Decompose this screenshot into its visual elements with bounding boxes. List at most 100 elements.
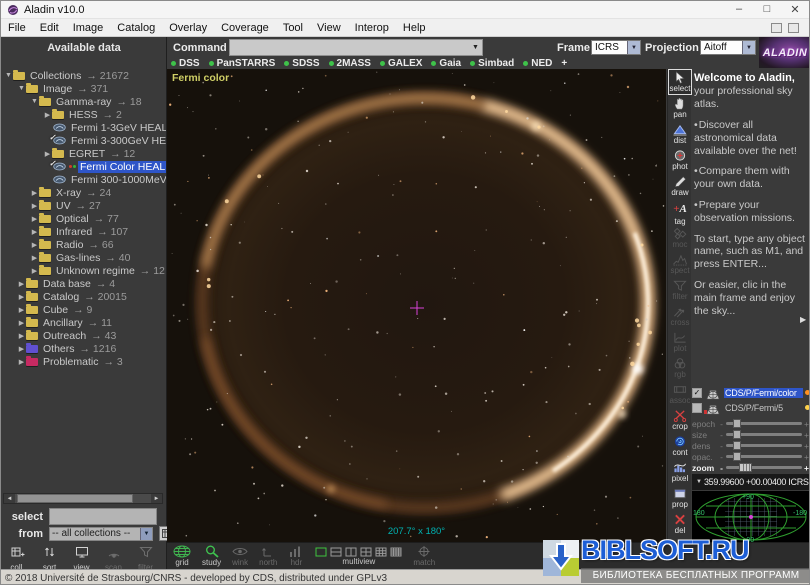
- tool-tag-button[interactable]: +Atag: [668, 199, 692, 225]
- tree-item-catalog[interactable]: ▶Catalog→ 20015: [1, 290, 166, 303]
- tree-item-outreach[interactable]: ▶Outreach→ 43: [1, 329, 166, 342]
- expand-icon[interactable]: ▶: [17, 332, 26, 340]
- multiview-columns-button[interactable]: [345, 547, 357, 557]
- server-button-ned[interactable]: NED: [523, 58, 552, 69]
- menu-item-help[interactable]: Help: [396, 22, 433, 34]
- tree-item-hess[interactable]: ▶HESS→ 2: [1, 108, 166, 121]
- study-button[interactable]: study: [202, 545, 221, 567]
- layer-name[interactable]: CDS/P/Fermi/5: [724, 403, 803, 413]
- window-minimize-button[interactable]: –: [725, 3, 753, 16]
- chevron-down-icon[interactable]: ▼: [140, 528, 152, 540]
- layer-row-cds-p-fermi-color[interactable]: ✓ CDS/P/Fermi/color: [692, 385, 810, 400]
- tool-prop-button[interactable]: prop: [668, 485, 692, 511]
- multiview-rows-button[interactable]: [330, 547, 342, 557]
- tree-item-fermi-1-3gev-healpix-survey[interactable]: Fermi 1-3GeV HEALPix survey: [1, 121, 166, 134]
- tree-item-problematic[interactable]: ▶Problematic→ 3: [1, 355, 166, 368]
- chevron-down-icon[interactable]: ▼: [469, 40, 482, 55]
- tree-item-ancillary[interactable]: ▶Ancillary→ 11: [1, 316, 166, 329]
- detach-window-icon[interactable]: [771, 23, 782, 33]
- server-button-simbad[interactable]: Simbad: [470, 58, 514, 69]
- tree-item-image[interactable]: ▼Image→ 371: [1, 82, 166, 95]
- collapse-icon[interactable]: ▼: [4, 72, 13, 79]
- server-button-gaia[interactable]: Gaia: [431, 58, 461, 69]
- server-button-dss[interactable]: DSS: [171, 58, 200, 69]
- scroll-right-icon[interactable]: ►: [151, 494, 162, 503]
- multiview-grid-4x4-button[interactable]: [390, 547, 402, 557]
- collapse-icon[interactable]: ▼: [17, 85, 26, 92]
- multiview-grid-2x2-button[interactable]: [360, 547, 372, 557]
- expand-icon[interactable]: ▶: [30, 254, 39, 262]
- tree-horizontal-scrollbar[interactable]: ◄ ►: [3, 493, 163, 504]
- sky-view[interactable]: Fermi color 207.7° x 180°: [167, 69, 666, 542]
- tree-item-fermi-3-300gev-healpix-surv[interactable]: ✓Fermi 3-300GeV HEALPix surv: [1, 134, 166, 147]
- tree-item-x-ray[interactable]: ▶X-ray→ 24: [1, 186, 166, 199]
- layer-checkbox[interactable]: [692, 403, 702, 413]
- menu-item-edit[interactable]: Edit: [33, 22, 66, 34]
- expand-icon[interactable]: ▶: [30, 202, 39, 210]
- window-maximize-button[interactable]: □: [753, 3, 781, 16]
- slider-track[interactable]: [726, 466, 802, 469]
- multiview-buttons[interactable]: multiview: [315, 547, 402, 566]
- command-input[interactable]: [230, 40, 469, 55]
- server-button-galex[interactable]: GALEX: [380, 58, 422, 69]
- tree-item-collections[interactable]: ▼Collections→ 21672: [1, 69, 166, 82]
- tree-item-optical[interactable]: ▶Optical→ 77: [1, 212, 166, 225]
- grid-button[interactable]: grid: [173, 545, 191, 567]
- menu-item-view[interactable]: View: [310, 22, 348, 34]
- server-button-panstarrs[interactable]: PanSTARRS: [209, 58, 276, 69]
- tree-item-gas-lines[interactable]: ▶Gas-lines→ 40: [1, 251, 166, 264]
- select-input[interactable]: [49, 508, 157, 525]
- expand-icon[interactable]: ▶: [17, 306, 26, 314]
- expand-icon[interactable]: ▶: [30, 267, 39, 275]
- tool-del-button[interactable]: del: [668, 511, 692, 537]
- tree-item-infrared[interactable]: ▶Infrared→ 107: [1, 225, 166, 238]
- expand-icon[interactable]: ▶: [30, 189, 39, 197]
- tree-item-radio[interactable]: ▶Radio→ 66: [1, 238, 166, 251]
- slider-minus[interactable]: -: [718, 463, 725, 473]
- tool-pixel-button[interactable]: pixel: [668, 459, 692, 485]
- server-button-sdss[interactable]: SDSS: [284, 58, 319, 69]
- expand-icon[interactable]: ▶: [30, 241, 39, 249]
- chevron-down-icon[interactable]: ▼: [696, 479, 702, 485]
- tool-pan-button[interactable]: pan: [668, 95, 692, 121]
- menu-item-tool[interactable]: Tool: [276, 22, 310, 34]
- expand-icon[interactable]: ▶: [17, 345, 26, 353]
- multiview-single-button[interactable]: [315, 547, 327, 557]
- layer-checkbox[interactable]: ✓: [692, 388, 702, 398]
- next-arrow-icon[interactable]: ▶: [800, 315, 806, 324]
- position-indicator[interactable]: ▼ 359.99600 +00.00400 ICRS: [692, 474, 810, 490]
- tool-dist-button[interactable]: dist: [668, 121, 692, 147]
- restore-window-icon[interactable]: [788, 23, 799, 33]
- tool-select-button[interactable]: select: [668, 69, 692, 95]
- expand-icon[interactable]: ▶: [17, 319, 26, 327]
- tree-item-egret[interactable]: ▶EGRET→ 12: [1, 147, 166, 160]
- collections-dropdown[interactable]: -- all collections -- ▼: [49, 527, 153, 541]
- menu-item-image[interactable]: Image: [66, 22, 111, 34]
- server-add-button[interactable]: +: [561, 58, 567, 69]
- layer-name[interactable]: CDS/P/Fermi/color: [724, 388, 803, 398]
- menu-item-coverage[interactable]: Coverage: [214, 22, 276, 34]
- view-button[interactable]: view: [69, 545, 94, 572]
- chevron-down-icon[interactable]: ▼: [742, 41, 755, 54]
- chevron-down-icon[interactable]: ▼: [627, 41, 640, 54]
- window-close-button[interactable]: ✕: [781, 3, 809, 16]
- expand-icon[interactable]: ▶: [43, 111, 52, 119]
- frame-select[interactable]: ICRS ▼: [591, 40, 641, 55]
- expand-icon[interactable]: ▶: [17, 293, 26, 301]
- tree-item-fermi-color-healpix-surve[interactable]: ✓Fermi Color HEALPix surve: [1, 160, 166, 173]
- tree-item-cube[interactable]: ▶Cube→ 9: [1, 303, 166, 316]
- tree-item-gamma-ray[interactable]: ▼Gamma-ray→ 18: [1, 95, 166, 108]
- scroll-left-icon[interactable]: ◄: [4, 494, 15, 503]
- coll-button[interactable]: coll.: [5, 545, 30, 572]
- tree-item-uv[interactable]: ▶UV→ 27: [1, 199, 166, 212]
- projection-select[interactable]: Aitoff ▼: [700, 40, 756, 55]
- expand-icon[interactable]: ▶: [17, 280, 26, 288]
- sort-button[interactable]: sort: [37, 545, 62, 572]
- menu-item-file[interactable]: File: [1, 22, 33, 34]
- slider-zoom[interactable]: zoom-+: [692, 462, 810, 473]
- menu-item-interop[interactable]: Interop: [348, 22, 396, 34]
- tool-phot-button[interactable]: phot: [668, 147, 692, 173]
- scrollbar-thumb[interactable]: [17, 494, 133, 503]
- tree-item-data-base[interactable]: ▶Data base→ 4: [1, 277, 166, 290]
- layer-row-cds-p-fermi-5[interactable]: CDS/P/Fermi/5: [692, 400, 810, 415]
